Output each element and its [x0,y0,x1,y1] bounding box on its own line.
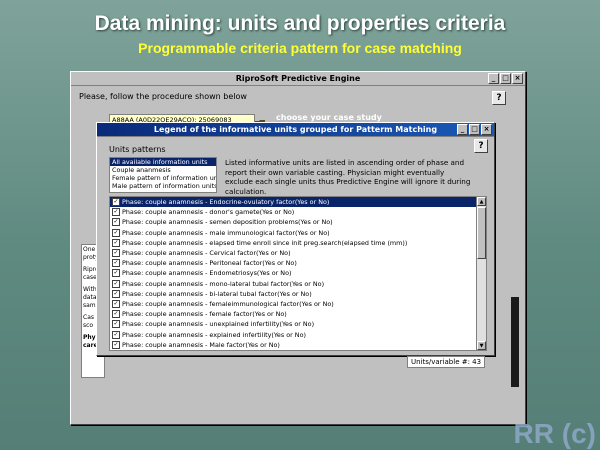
minimize-button[interactable]: _ [488,73,499,84]
unit-label: Phase: couple anamnesis - bi-lateral tub… [122,289,312,298]
unit-row[interactable]: ✓ Phase: couple anamnesis - semen deposit… [110,217,486,227]
unit-checkbox[interactable]: ✓ [112,310,120,319]
unit-row[interactable]: ✓ Phase: couple anamnesis - Peritoneal fa… [110,258,486,268]
unit-row[interactable]: ✓ Phase: couple anamnesis - Male factor(Y… [110,340,486,350]
unit-checkbox[interactable]: ✓ [112,249,120,258]
unit-row[interactable]: ✓ Phase: couple anamnesis - unexplained i… [110,319,486,329]
unit-checkbox[interactable]: ✓ [112,279,120,288]
slide-credit: RR (c) [513,418,596,449]
unit-row[interactable]: ✓ Phase: couple anamnesis - bi-lateral tu… [110,289,486,299]
units-patterns-list[interactable]: All available information units Couple a… [109,157,217,193]
legend-close-button[interactable]: × [481,124,492,135]
units-list[interactable]: ✓ Phase: couple anamnesis - Endocrine-ovu… [109,196,487,351]
unit-checkbox[interactable]: ✓ [112,269,120,278]
unit-row[interactable]: ✓ Phase: couple anamnesis - Cervical fact… [110,248,486,258]
unit-label: Phase: couple anamnesis - Endocrine-ovul… [122,198,330,207]
unit-checkbox[interactable]: ✓ [112,340,120,349]
help-button[interactable]: ? [492,91,506,105]
unit-row[interactable]: ✓ Phase: couple anamnesis - elapsed time … [110,238,486,248]
units-description: Listed informative units are listed in a… [225,158,471,196]
unit-checkbox[interactable]: ✓ [112,218,120,227]
units-patterns-label: Units patterns [109,145,166,154]
folder-icon[interactable] [255,113,266,127]
unit-row[interactable]: ✓ Phase: couple anamnesis - explained inf… [110,329,486,339]
unit-label: Phase: couple anamnesis - female factor(… [122,310,287,319]
unit-row[interactable]: ✓ Phase: couple anamnesis - donor's gamet… [110,207,486,217]
unit-label: Phase: couple anamnesis - explained infe… [122,330,306,339]
legend-dialog: Legend of the informative units grouped … [96,122,495,368]
pattern-option-male[interactable]: Male pattern of information units [110,182,216,190]
unit-row[interactable]: ✓ Phase: couple anamnesis - Endocrine-ovu… [110,197,486,208]
unit-checkbox[interactable]: ✓ [112,289,120,298]
unit-checkbox[interactable]: ✓ [112,299,120,308]
unit-label: Phase: couple anamnesis - semen depositi… [122,218,333,227]
legend-minimize-button[interactable]: _ [457,124,468,135]
unit-label: Phase: couple anamnesis - elapsed time e… [122,238,408,247]
unit-row[interactable]: ✓ Phase: couple anamnesis - Endometriosys… [110,268,486,278]
pattern-option-female[interactable]: Female pattern of information units [110,174,216,182]
unit-label: Phase: couple anamnesis - Peritoneal fac… [122,259,297,268]
main-window-title: RiproSoft Predictive Engine [235,74,361,83]
unit-checkbox[interactable]: ✓ [112,208,120,217]
unit-row[interactable]: ✓ Phase: couple anamnesis - femaleimmunol… [110,299,486,309]
scroll-thumb[interactable] [477,207,486,259]
unit-label: Phase: couple anamnesis - Male factor(Ye… [122,340,280,349]
side-graphic [511,297,519,387]
slide-subtitle: Programmable criteria pattern for case m… [138,40,462,56]
pattern-option-all[interactable]: All available information units [110,158,216,166]
unit-label: Phase: couple anamnesis - Cervical facto… [122,249,291,258]
unit-label: Phase: couple anamnesis - Endometriosys(… [122,269,292,278]
pattern-option-couple[interactable]: Couple ananmesis [110,166,216,174]
unit-label: Phase: couple anamnesis - unexplained in… [122,320,315,329]
unit-checkbox[interactable]: ✓ [112,330,120,339]
procedure-prompt: Please, follow the procedure shown below [79,92,247,101]
slide-title: Data mining: units and properties criter… [94,12,506,35]
unit-label: Phase: couple anamnesis - donor's gamete… [122,208,295,217]
unit-checkbox[interactable]: ✓ [112,320,120,329]
unit-label: Phase: couple anamnesis - femaleimmunolo… [122,299,334,308]
legend-dialog-titlebar[interactable]: Legend of the informative units grouped … [97,123,494,137]
scroll-down-arrow[interactable]: ▼ [477,341,486,350]
units-count: Units/variable #: 43 [407,356,486,368]
close-button[interactable]: × [512,73,523,84]
maximize-button[interactable]: □ [500,73,511,84]
unit-checkbox[interactable]: ✓ [112,259,120,268]
unit-row[interactable]: ✓ Phase: couple anamnesis - mono-lateral … [110,279,486,289]
legend-help-button[interactable]: ? [474,139,488,153]
legend-dialog-title: Legend of the informative units grouped … [153,125,438,134]
unit-checkbox[interactable]: ✓ [112,198,120,207]
unit-checkbox[interactable]: ✓ [112,238,120,247]
unit-checkbox[interactable]: ✓ [112,228,120,237]
unit-row[interactable]: ✓ Phase: couple anamnesis - male immunolo… [110,228,486,238]
scroll-up-arrow[interactable]: ▲ [477,197,486,206]
legend-maximize-button[interactable]: □ [469,124,480,135]
main-window-titlebar[interactable]: RiproSoft Predictive Engine _ □ × [71,72,525,86]
choose-case-label: choose your case study [276,113,382,122]
unit-label: Phase: couple anamnesis - male immunolog… [122,228,330,237]
unit-label: Phase: couple anamnesis - mono-lateral t… [122,279,325,288]
units-scrollbar[interactable]: ▲ ▼ [476,197,486,350]
unit-row[interactable]: ✓ Phase: couple anamnesis - female factor… [110,309,486,319]
